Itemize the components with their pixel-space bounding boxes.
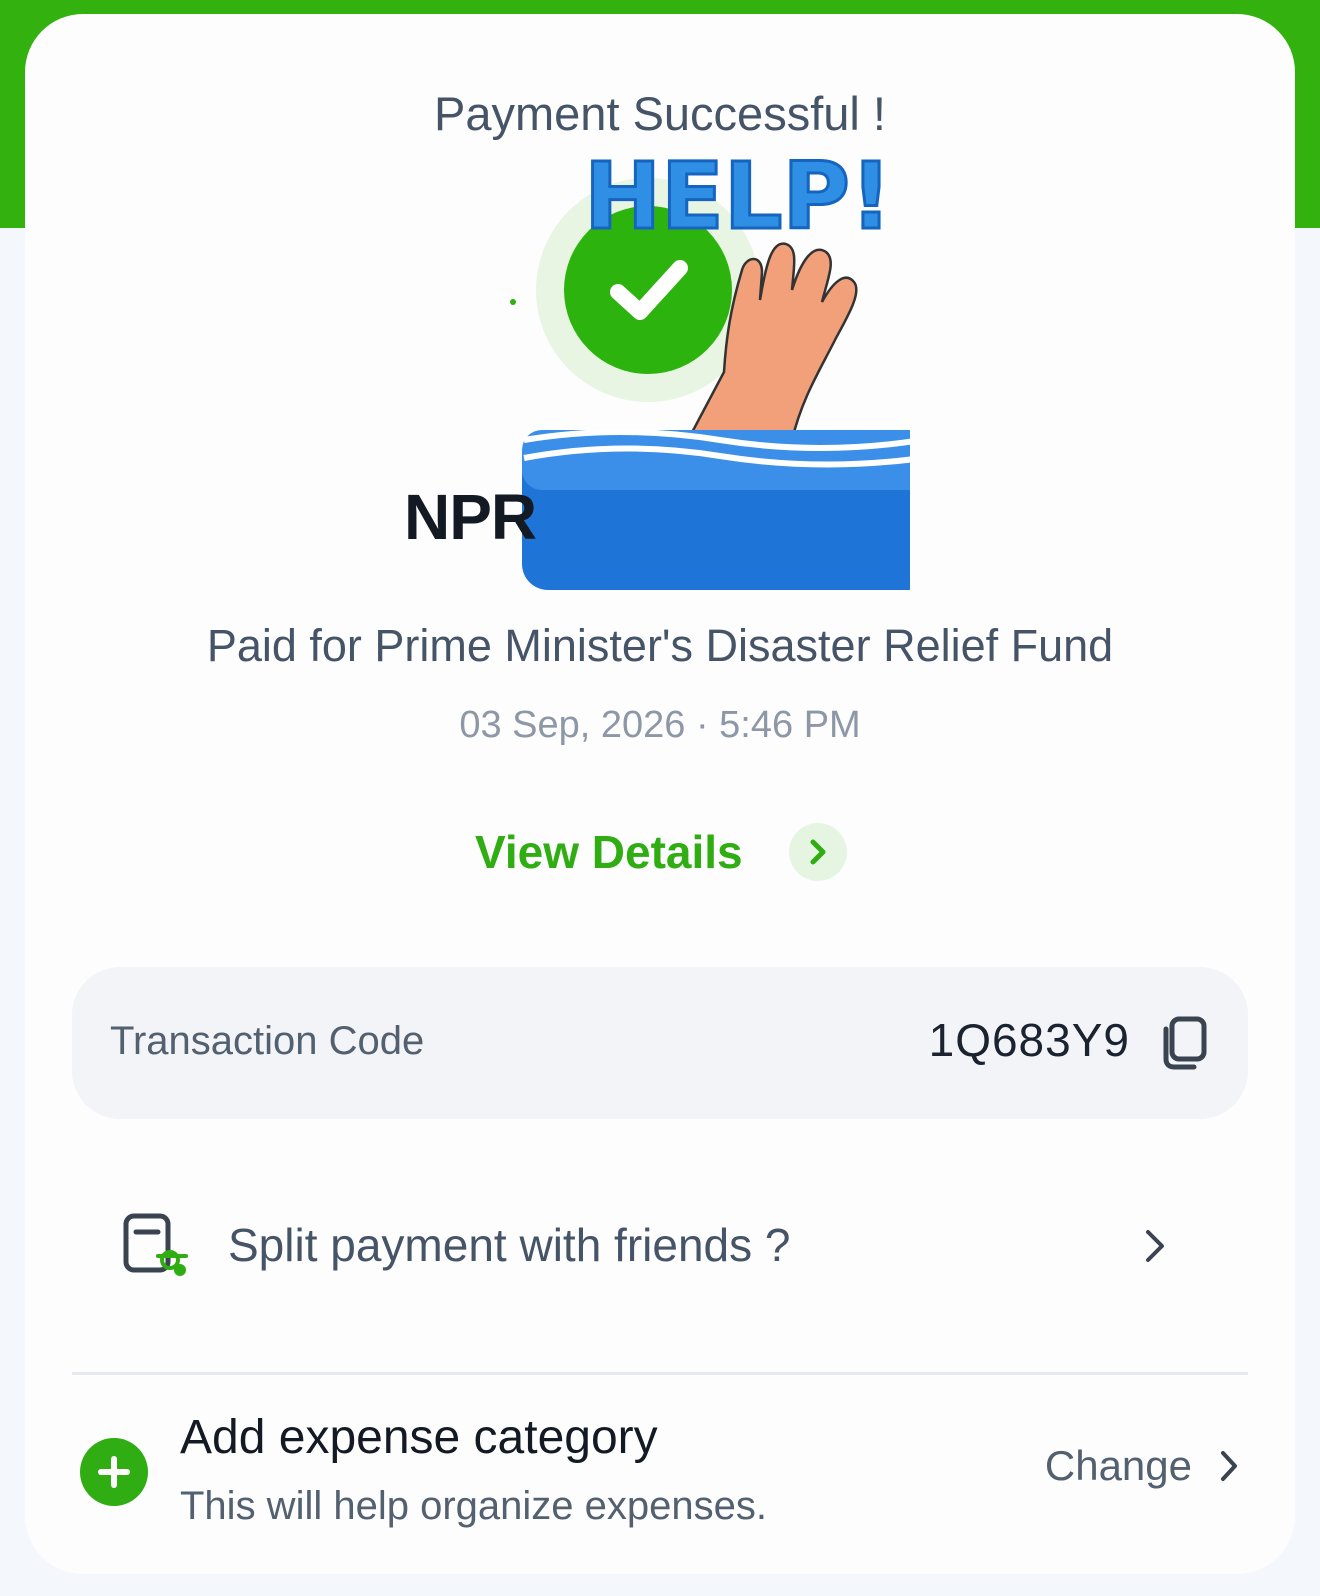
page-title: Payment Successful !: [434, 87, 886, 140]
payment-description: Paid for Prime Minister's Disaster Relie…: [206, 620, 1114, 671]
chevron-right-icon: [788, 823, 847, 881]
transaction-code-box: Transaction Code 1Q683Y9: [72, 967, 1248, 1119]
chevron-right-icon: [1146, 1230, 1164, 1262]
expense-category-row: Add expense category This will help orga…: [72, 1390, 1248, 1550]
change-label: Change: [1044, 1442, 1192, 1489]
svg-text:HELP!: HELP!: [584, 143, 892, 250]
copy-icon[interactable]: [1158, 1015, 1210, 1071]
view-details-label: View Details: [475, 826, 743, 878]
success-illustration: HELP!: [510, 142, 910, 590]
transaction-code-value: 1Q683Y9: [928, 1014, 1130, 1066]
payment-datetime: 03 Sep, 2026 · 5:46 PM: [459, 704, 861, 746]
change-category-button[interactable]: Change: [1045, 1442, 1240, 1490]
split-bill-icon: [123, 1213, 188, 1276]
expense-category-subtitle: This will help organize expenses.: [180, 1484, 767, 1528]
split-payment-label: Split payment with friends ?: [228, 1219, 791, 1271]
view-details-button[interactable]: View Details: [475, 812, 847, 892]
divider: [72, 1372, 1248, 1375]
expense-category-title: Add expense category: [180, 1411, 658, 1464]
add-category-icon[interactable]: [80, 1438, 148, 1506]
amount-currency: NPR: [404, 481, 537, 553]
transaction-code-label: Transaction Code: [110, 1019, 425, 1063]
split-payment-row[interactable]: Split payment with friends ?: [72, 1180, 1248, 1310]
chevron-right-icon: [1221, 1451, 1237, 1481]
